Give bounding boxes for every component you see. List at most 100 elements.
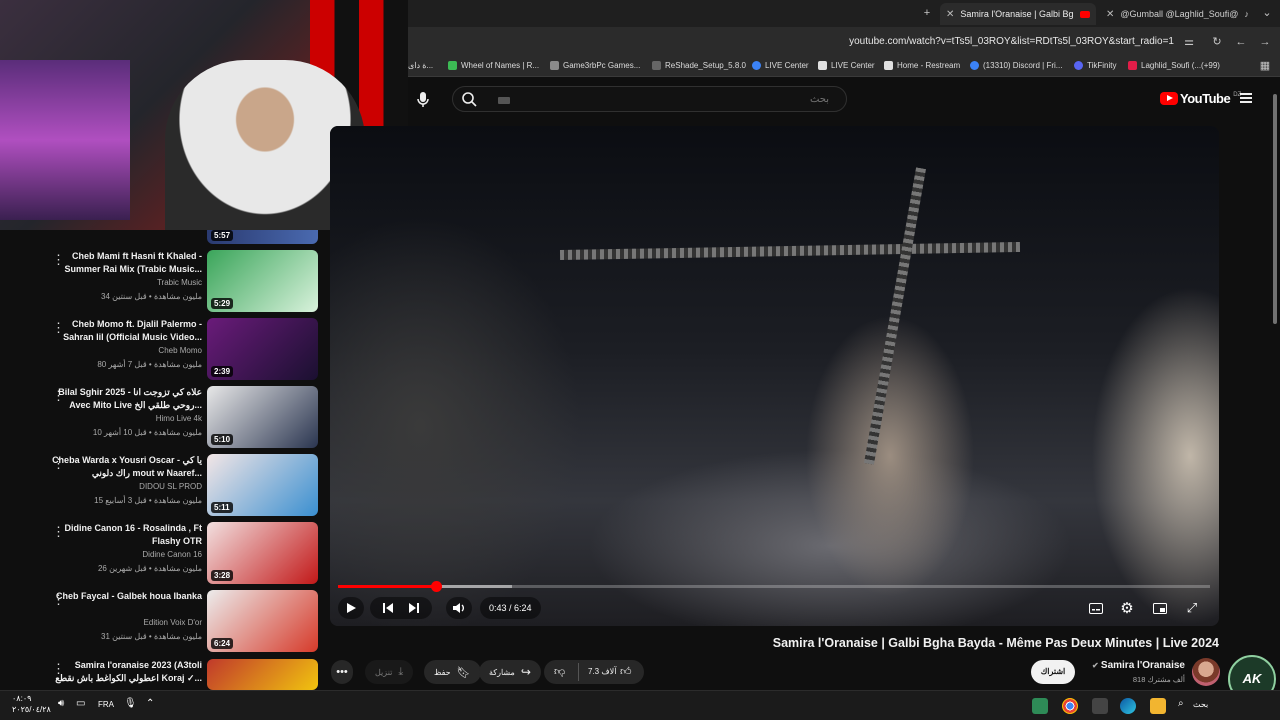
speaker-icon[interactable]: 🔊︎ bbox=[58, 698, 74, 714]
settings-button[interactable]: ⚙ bbox=[1117, 597, 1137, 619]
bookmark-label: TikFinity bbox=[1087, 61, 1117, 70]
video-thumbnail[interactable]: 5:11 bbox=[207, 454, 318, 516]
bookmark-item[interactable]: Home - Restream bbox=[884, 61, 960, 70]
previous-icon[interactable] bbox=[382, 602, 394, 614]
video-frame[interactable] bbox=[330, 126, 1219, 626]
scrubber-handle[interactable] bbox=[430, 581, 442, 592]
bookmark-label: Game3rbPc Games... bbox=[563, 61, 641, 70]
download-button[interactable]: تنزيل ⤓ bbox=[365, 660, 414, 684]
url-field[interactable]: youtube.com/watch?v=tTs5l_03ROY&list=RDt… bbox=[849, 36, 1174, 47]
save-label: حفظ bbox=[434, 667, 451, 677]
playlist-item-channel: Edition Voix D'or bbox=[143, 618, 202, 627]
volume-button[interactable] bbox=[446, 597, 472, 619]
forward-icon[interactable]: → bbox=[1258, 35, 1272, 49]
menu-icon[interactable] bbox=[1240, 93, 1252, 103]
video-duration: 5:57 bbox=[211, 230, 234, 241]
time-display: 0:43 / 6:24 bbox=[480, 597, 541, 619]
file-explorer-icon[interactable] bbox=[1150, 698, 1166, 714]
channel-avatar[interactable] bbox=[1192, 658, 1220, 686]
bookmark-item[interactable]: Wheel of Names | R... bbox=[448, 61, 539, 70]
playlist-item[interactable]: ⋮ Samira l'oranaise 2023 (A3toli اعطولي ا… bbox=[0, 659, 325, 690]
scrollbar-thumb[interactable] bbox=[1273, 94, 1277, 324]
video-thumbnail[interactable]: 6:24 bbox=[207, 590, 318, 652]
bookmark-item[interactable]: ة دای... bbox=[408, 61, 433, 70]
progress-bar[interactable] bbox=[338, 581, 1210, 592]
clock-time[interactable]: ٠٨:٠٩ bbox=[12, 694, 31, 703]
bookmark-label: LIVE Center bbox=[831, 61, 875, 70]
bookmark-item[interactable]: (13310) Discord | Fri... bbox=[970, 61, 1062, 70]
reload-icon[interactable]: ↻ bbox=[1210, 35, 1224, 49]
video-thumbnail[interactable]: 5:29 bbox=[207, 250, 318, 312]
clock-date[interactable]: ٢٠٢٥/٠٤/٢٨ bbox=[12, 705, 51, 714]
playlist-item[interactable]: ⋮ Cheba Warda x Yousri Oscar - يا كي راك … bbox=[0, 454, 325, 520]
next-icon[interactable] bbox=[408, 602, 420, 614]
tab-search-icon[interactable]: ⌄ bbox=[1260, 6, 1274, 20]
playlist-item-title: Cheba Warda x Yousri Oscar - يا كي راك د… bbox=[52, 455, 202, 478]
miniplayer-button[interactable] bbox=[1150, 597, 1170, 619]
bookmark-item[interactable]: ReShade_Setup_5.8.0 bbox=[652, 61, 746, 70]
more-actions-button[interactable]: ••• bbox=[331, 660, 353, 684]
bookmark-item[interactable]: Game3rbPc Games... bbox=[550, 61, 640, 70]
stage-truss-image bbox=[864, 167, 926, 465]
fullscreen-button[interactable]: ⤢ bbox=[1182, 597, 1202, 619]
new-tab-icon[interactable]: + bbox=[920, 6, 934, 20]
playlist-item[interactable]: ⋮ Cheb Mami ft Hasni ft Khaled - Summer R… bbox=[0, 250, 325, 316]
scrollbar[interactable] bbox=[1272, 84, 1278, 684]
app-icon[interactable] bbox=[1032, 698, 1048, 714]
network-icon[interactable]: ▭ bbox=[76, 698, 92, 714]
back-icon[interactable]: ← bbox=[1234, 35, 1248, 49]
channel-name[interactable]: ✔ Samira l'Oranaise bbox=[1090, 660, 1185, 671]
bookmark-item[interactable]: TikFinity bbox=[1074, 61, 1116, 70]
youtube-logo[interactable]: YouTube DZ bbox=[1160, 91, 1241, 106]
voice-search-icon[interactable] bbox=[412, 88, 434, 110]
playlist-item[interactable]: ⋮ Cheb Faycal - Galbek houa Ibanka Edition… bbox=[0, 590, 325, 656]
video-thumbnail[interactable] bbox=[207, 659, 318, 690]
tab-youtube[interactable]: ✕ Samira l'Oranaise | Galbi Bgha bbox=[940, 3, 1096, 25]
playlist-item[interactable]: ⋮ Bilal Sghir 2025 - علاه كي تزوجت انا Av… bbox=[0, 386, 325, 452]
playlist-item[interactable]: ⋮ Cheb Momo ft. Djalil Palermo - Sahran l… bbox=[0, 318, 325, 384]
edge-icon[interactable] bbox=[1120, 698, 1136, 714]
save-button[interactable]: حفظ 🔖︎ bbox=[424, 660, 481, 684]
playlist-item-channel: Trabic Music bbox=[156, 278, 202, 287]
tiktok-icon bbox=[818, 61, 827, 70]
bookmark-label: Laghlid_Soufi (...(+99) bbox=[1141, 61, 1220, 70]
tab-tiktok[interactable]: ✕ @Gumball @Laghlid_Soufi@ ♪ bbox=[1100, 3, 1255, 25]
fullscreen-icon: ⤢ bbox=[1186, 600, 1198, 615]
play-button[interactable] bbox=[338, 597, 364, 619]
playlist-item[interactable]: ⋮ Didine Canon 16 - Rosalinda , Ft Flashy… bbox=[0, 522, 325, 588]
search-input[interactable] bbox=[489, 91, 829, 108]
all-bookmarks-icon[interactable]: ▦ bbox=[1258, 59, 1272, 73]
playlist-item-meta: 34 مليون مشاهدة • قبل سنتين bbox=[101, 292, 202, 301]
discord-icon bbox=[1074, 61, 1083, 70]
microphone-icon[interactable]: 🎙︎ bbox=[124, 698, 140, 714]
bookmark-item[interactable]: LIVE Center bbox=[818, 61, 875, 70]
like-icon[interactable]: 👍︎ bbox=[620, 665, 632, 678]
language-indicator[interactable]: FRA bbox=[98, 700, 114, 709]
video-player[interactable]: 0:43 / 6:24 ⚙ ⤢ bbox=[330, 126, 1219, 626]
bookmark-item[interactable]: LIVE Center bbox=[752, 61, 809, 70]
taskbar-search-label[interactable]: بحث bbox=[1193, 700, 1208, 709]
video-duration: 6:24 bbox=[211, 638, 234, 649]
bookmark-item[interactable]: Laghlid_Soufi (...(+99) bbox=[1128, 61, 1220, 70]
dislike-icon[interactable]: 👎︎ bbox=[554, 665, 565, 678]
playlist-item-title: Bilal Sghir 2025 - علاه كي تزوجت انا Ave… bbox=[58, 387, 202, 410]
chrome-icon[interactable] bbox=[1062, 698, 1078, 714]
subscribe-button[interactable]: اشتراك bbox=[1031, 660, 1075, 684]
store-icon[interactable] bbox=[1092, 698, 1108, 714]
windows-taskbar: ٠٨:٠٩ ٢٠٢٥/٠٤/٢٨ 🔊︎ ▭ FRA 🎙︎ ⌃ ⌕ بحث bbox=[0, 690, 1280, 720]
chevron-up-icon[interactable]: ⌃ bbox=[146, 698, 162, 714]
close-tab-icon[interactable]: ✕ bbox=[946, 9, 954, 20]
windows-search-icon[interactable]: ⌕ bbox=[1178, 698, 1194, 714]
miniplayer-icon bbox=[1153, 602, 1167, 614]
playlist-partial-item[interactable]: 5:57 bbox=[0, 216, 325, 246]
site-settings-icon[interactable]: ⚌ bbox=[1182, 35, 1196, 49]
subtitles-button[interactable] bbox=[1086, 597, 1106, 619]
share-button[interactable]: مشاركة ↪ bbox=[479, 660, 541, 684]
close-tab-icon[interactable]: ✕ bbox=[1106, 9, 1114, 20]
video-thumbnail[interactable]: 5:10 bbox=[207, 386, 318, 448]
video-thumbnail[interactable]: 2:39 bbox=[207, 318, 318, 380]
bookmark-label: ReShade_Setup_5.8.0 bbox=[665, 61, 746, 70]
video-thumbnail[interactable]: 3:28 bbox=[207, 522, 318, 584]
tab-label: @Gumball @Laghlid_Soufi@ bbox=[1120, 9, 1239, 19]
search-icon[interactable] bbox=[461, 91, 478, 108]
